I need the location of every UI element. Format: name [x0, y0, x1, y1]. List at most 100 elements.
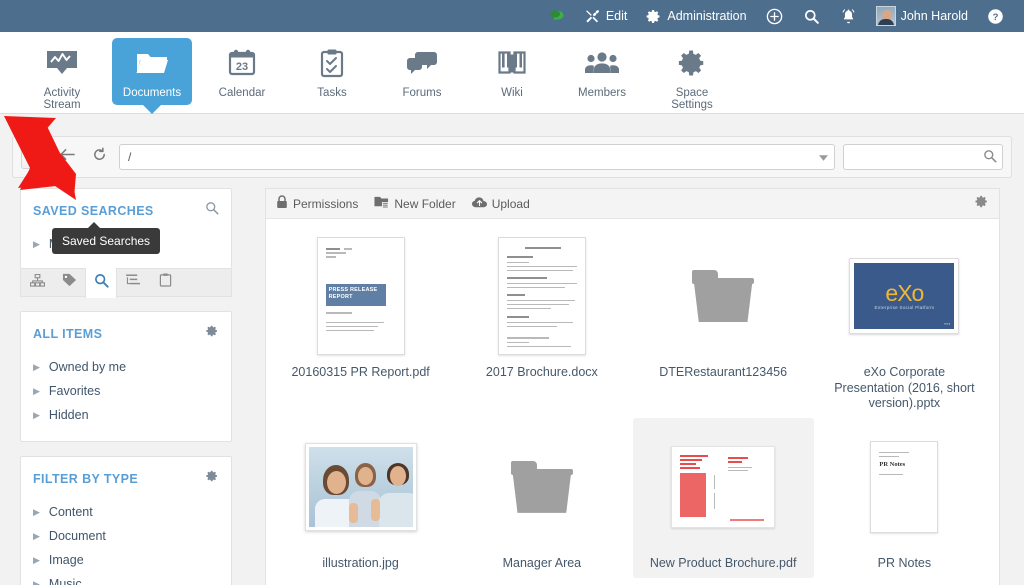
- gear-icon[interactable]: [205, 469, 219, 488]
- sidebar-tab-clipboard[interactable]: [149, 269, 181, 296]
- administration-button[interactable]: Administration: [636, 0, 755, 32]
- all-items-item-owned-by-me[interactable]: ▶ Owned by me: [33, 355, 219, 379]
- nav-tab-label: Forums: [402, 87, 442, 99]
- documents-app: Edit Administration John Harold ? Activi…: [0, 0, 1024, 585]
- calendar-icon: 23: [227, 46, 257, 80]
- people-icon: [585, 46, 619, 80]
- help-circle-icon: ?: [986, 7, 1005, 26]
- document-item[interactable]: New Product Brochure.pdf: [632, 417, 814, 578]
- document-item[interactable]: illustration.jpg: [270, 418, 451, 578]
- all-items-item-hidden[interactable]: ▶ Hidden: [33, 403, 219, 427]
- exo-logo-text: eXo: [885, 279, 924, 306]
- top-navigation-bar: Edit Administration John Harold ?: [0, 0, 1024, 32]
- nav-tab-label: Activity Stream: [43, 87, 81, 111]
- chevron-right-icon: ▶: [33, 409, 40, 420]
- sitemap-icon: [29, 273, 45, 292]
- sidebar-tab-saved-searches[interactable]: [85, 268, 117, 298]
- activity-chart-icon: [45, 46, 79, 80]
- search-icon[interactable]: [205, 201, 219, 220]
- search-icon[interactable]: [983, 149, 997, 168]
- chevron-right-icon: ▶: [33, 530, 40, 541]
- note-title-text: PR Notes: [879, 460, 906, 468]
- nav-tab-forums[interactable]: Forums: [382, 38, 462, 105]
- document-name: Manager Area: [502, 555, 582, 570]
- help-button[interactable]: ?: [977, 0, 1014, 32]
- documents-search-input[interactable]: [843, 144, 1003, 170]
- document-item[interactable]: 2017 Brochure.docx: [451, 227, 632, 418]
- back-button[interactable]: [55, 145, 79, 169]
- document-name: eXo Corporate Presentation (2016, short …: [834, 365, 975, 411]
- upload-label: Upload: [491, 196, 530, 211]
- sidebar-tab-categories[interactable]: [117, 269, 149, 296]
- document-item[interactable]: DTERestaurant123456: [633, 227, 814, 418]
- list-view-button[interactable]: [21, 145, 47, 169]
- gear-icon: [645, 8, 662, 25]
- document-item[interactable]: Manager Area: [451, 418, 632, 578]
- nav-tab-activity-stream[interactable]: Activity Stream: [22, 38, 102, 117]
- filter-item-music[interactable]: ▶ Music: [33, 572, 219, 585]
- gear-icon[interactable]: [205, 324, 219, 343]
- search-button[interactable]: [793, 0, 830, 32]
- document-item[interactable]: PRESS RELEASE REPORT 20160315 PR Report.…: [270, 227, 451, 418]
- exo-tagline: Enterprise Social Platform: [874, 304, 935, 310]
- document-item[interactable]: eXo Enterprise Social Platform ●●● eXo C…: [814, 227, 995, 418]
- document-name: 2017 Brochure.docx: [485, 365, 598, 379]
- nav-tab-documents[interactable]: Documents: [112, 38, 192, 114]
- nav-tab-space-settings[interactable]: Space Settings: [652, 38, 732, 117]
- tag-icon: [62, 273, 77, 292]
- documents-search-wrapper: [843, 144, 1003, 170]
- all-items-title: All Items: [33, 326, 103, 341]
- path-input[interactable]: [119, 144, 835, 170]
- saved-searches-tooltip: Saved Searches: [52, 222, 161, 254]
- edit-button[interactable]: Edit: [575, 0, 637, 32]
- all-items-label: Owned by me: [48, 360, 127, 374]
- path-dropdown-button[interactable]: [812, 145, 834, 169]
- nav-tab-tasks[interactable]: Tasks: [292, 38, 372, 105]
- documents-toolbar: Permissions New Folder Upload: [266, 189, 999, 219]
- nav-tab-label: Documents: [122, 87, 182, 99]
- refresh-button[interactable]: [87, 145, 111, 169]
- add-button[interactable]: [756, 0, 793, 32]
- nav-tab-members[interactable]: Members: [562, 38, 642, 105]
- note-page-thumbnail: PR Notes: [870, 440, 939, 533]
- thumbnail: PRESS RELEASE REPORT: [316, 237, 405, 355]
- thumbnail: [692, 237, 755, 355]
- all-items-item-favorites[interactable]: ▶ Favorites: [33, 379, 219, 403]
- document-name: 20160315 PR Report.pdf: [291, 365, 430, 379]
- saved-searches-title: Saved Searches: [33, 203, 154, 218]
- all-items-header: All Items: [21, 312, 231, 353]
- image-thumbnail: [304, 442, 417, 531]
- text-page-thumbnail: [497, 237, 586, 355]
- document-item[interactable]: PR Notes PR Notes: [814, 418, 995, 578]
- filter-item-document[interactable]: ▶ Document: [33, 524, 219, 548]
- user-menu[interactable]: John Harold: [867, 0, 977, 32]
- list-view-icon: [27, 148, 41, 166]
- filter-label: Music: [48, 577, 82, 585]
- permissions-button[interactable]: Permissions: [276, 195, 358, 212]
- sidebar-tab-tags[interactable]: [53, 269, 85, 296]
- filter-item-image[interactable]: ▶ Image: [33, 548, 219, 572]
- upload-button[interactable]: Upload: [471, 196, 530, 212]
- presentation-thumbnail: eXo Enterprise Social Platform ●●●: [849, 258, 960, 334]
- calendar-day-badge: 23: [236, 61, 248, 73]
- sidebar-tabstrip: [20, 268, 232, 298]
- sidebar-tab-sitemap[interactable]: [21, 269, 53, 296]
- nav-tab-label: Tasks: [317, 87, 347, 99]
- svg-text:?: ?: [993, 12, 999, 23]
- gear-icon[interactable]: [974, 194, 989, 214]
- user-name: John Harold: [900, 9, 968, 23]
- notifications-button[interactable]: [830, 0, 867, 32]
- filter-item-content[interactable]: ▶ Content: [33, 500, 219, 524]
- chat-button[interactable]: [540, 0, 575, 32]
- nav-tab-calendar[interactable]: 23 Calendar: [202, 38, 282, 105]
- edit-label: Edit: [605, 9, 628, 23]
- chevron-right-icon: ▶: [33, 554, 40, 565]
- new-folder-button[interactable]: New Folder: [374, 195, 456, 212]
- upload-cloud-icon: [471, 196, 487, 212]
- thumbnail: PR Notes: [870, 428, 939, 546]
- document-name: PR Notes: [877, 555, 932, 570]
- chevron-right-icon: ▶: [33, 578, 40, 585]
- brochure-thumbnail: [671, 445, 776, 528]
- nav-tab-wiki[interactable]: Wiki: [472, 38, 552, 105]
- administration-label: Administration: [667, 9, 747, 23]
